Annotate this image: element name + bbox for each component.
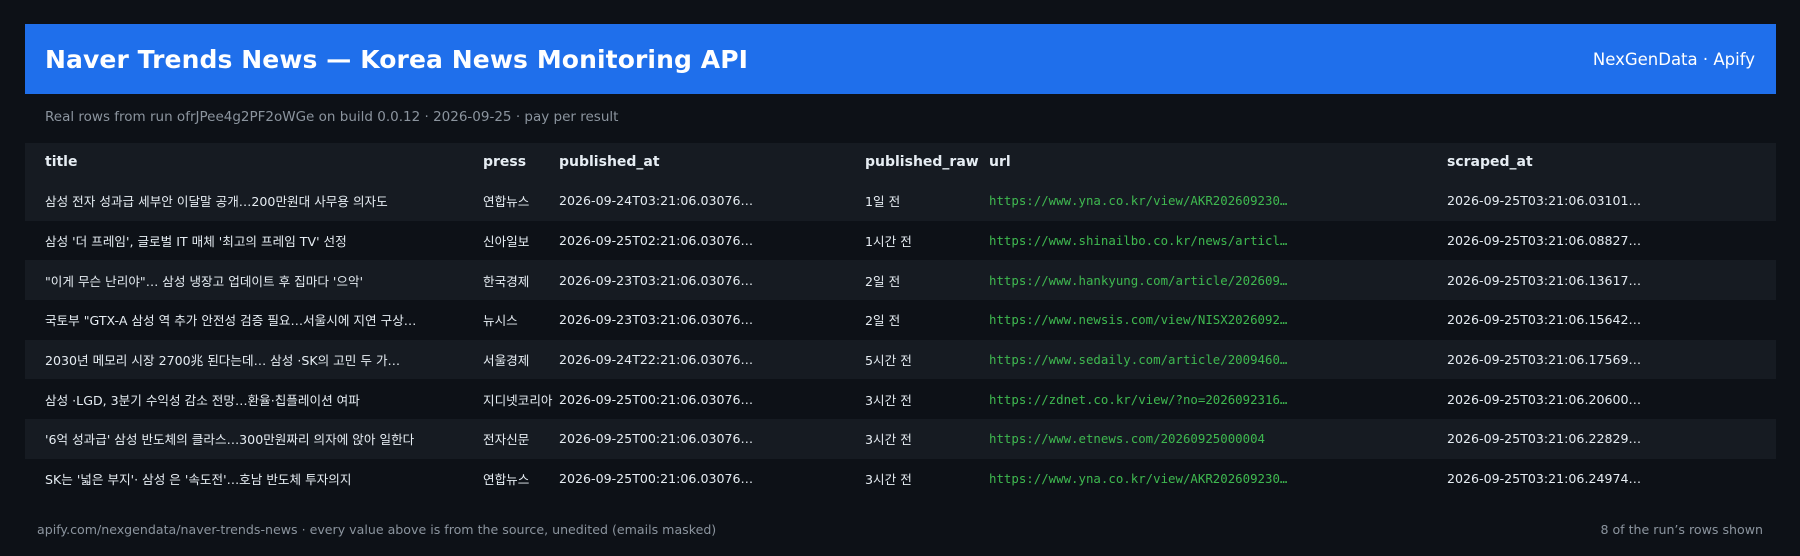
cell-scraped-at: 2026-09-25T03:21:06.13617… — [1447, 272, 1642, 288]
cell-published-raw: 1시간 전 — [865, 234, 912, 250]
cell-title: 삼성 '더 프레임', 글로벌 IT 매체 '최고의 프레임 TV' 선정 — [45, 234, 347, 250]
table-row: 국토부 "GTX-A 삼성 역 추가 안전성 검증 필요…서울시에 지연 구상…… — [25, 300, 1776, 340]
run-info-subtitle: Real rows from run ofrJPee4g2PF2oWGe on … — [45, 109, 619, 125]
cell-press: 전자신문 — [483, 432, 530, 448]
table-row: 삼성 ·LGD, 3분기 수익성 감소 전망…환율·칩플레이션 여파 지디넷코리… — [25, 379, 1776, 420]
header-banner: Naver Trends News — Korea News Monitorin… — [25, 24, 1776, 94]
table-row: "이게 무슨 난리야"… 삼성 냉장고 업데이트 후 집마다 '으악' 한국경제… — [25, 260, 1776, 301]
cell-press: 뉴시스 — [483, 313, 518, 329]
cell-published-raw: 1일 전 — [865, 194, 901, 210]
column-header-published-at[interactable]: published_at — [559, 154, 865, 170]
table-row: '6억 성과급' 삼성 반도체의 클라스…300만원짜리 의자에 앉아 일한다 … — [25, 419, 1776, 459]
results-table: title press published_at published_raw u… — [25, 143, 1776, 499]
cell-published-at: 2026-09-25T00:21:06.03076… — [559, 431, 754, 447]
cell-published-at: 2026-09-24T03:21:06.03076… — [559, 193, 754, 209]
cell-published-at: 2026-09-24T22:21:06.03076… — [559, 352, 754, 368]
table-row: 삼성 '더 프레임', 글로벌 IT 매체 '최고의 프레임 TV' 선정 신아… — [25, 220, 1776, 261]
cell-url-link[interactable]: https://www.yna.co.kr/view/AKR202609230… — [989, 471, 1447, 486]
cell-press: 연합뉴스 — [483, 194, 530, 210]
brand-label[interactable]: NexGenData · Apify — [1593, 50, 1755, 69]
cell-published-raw: 5시간 전 — [865, 353, 912, 369]
cell-press: 연합뉴스 — [483, 472, 530, 488]
table-row: 삼성 전자 성과급 세부안 이달말 공개…200만원대 사무용 의자도 연합뉴스… — [25, 181, 1776, 221]
cell-scraped-at: 2026-09-25T03:21:06.03101… — [1447, 193, 1642, 209]
table-row: 2030년 메모리 시장 2700兆 된다는데… 삼성 ·SK의 고민 두 가…… — [25, 339, 1776, 380]
cell-title: 2030년 메모리 시장 2700兆 된다는데… 삼성 ·SK의 고민 두 가… — [45, 353, 401, 369]
cell-scraped-at: 2026-09-25T03:21:06.22829… — [1447, 431, 1642, 447]
cell-url-link[interactable]: https://www.etnews.com/20260925000004 — [989, 431, 1447, 446]
cell-url-link[interactable]: https://www.hankyung.com/article/202609… — [989, 273, 1447, 288]
cell-published-at: 2026-09-23T03:21:06.03076… — [559, 312, 754, 328]
footer-row-count: 8 of the run’s rows shown — [1600, 522, 1763, 537]
column-header-press[interactable]: press — [483, 154, 559, 170]
cell-published-raw: 2일 전 — [865, 313, 901, 329]
cell-title: '6억 성과급' 삼성 반도체의 클라스…300만원짜리 의자에 앉아 일한다 — [45, 432, 415, 448]
cell-published-raw: 3시간 전 — [865, 432, 912, 448]
cell-scraped-at: 2026-09-25T03:21:06.17569… — [1447, 352, 1642, 368]
cell-title: 삼성 전자 성과급 세부안 이달말 공개…200만원대 사무용 의자도 — [45, 194, 388, 210]
cell-published-at: 2026-09-25T02:21:06.03076… — [559, 233, 754, 249]
cell-scraped-at: 2026-09-25T03:21:06.15642… — [1447, 312, 1642, 328]
cell-published-at: 2026-09-25T00:21:06.03076… — [559, 391, 754, 407]
cell-press: 지디넷코리아 — [483, 392, 553, 408]
cell-title: "이게 무슨 난리야"… 삼성 냉장고 업데이트 후 집마다 '으악' — [45, 273, 364, 289]
cell-url-link[interactable]: https://www.newsis.com/view/NISX2026092… — [989, 312, 1447, 327]
cell-url-link[interactable]: https://zdnet.co.kr/view/?no=2026092316… — [989, 392, 1447, 407]
cell-published-raw: 3시간 전 — [865, 392, 912, 408]
cell-scraped-at: 2026-09-25T03:21:06.24974… — [1447, 471, 1642, 487]
cell-scraped-at: 2026-09-25T03:21:06.08827… — [1447, 233, 1642, 249]
cell-scraped-at: 2026-09-25T03:21:06.20600… — [1447, 391, 1642, 407]
cell-published-raw: 2일 전 — [865, 273, 901, 289]
table-header-row: title press published_at published_raw u… — [25, 143, 1776, 181]
cell-url-link[interactable]: https://www.yna.co.kr/view/AKR202609230… — [989, 193, 1447, 208]
cell-press: 서울경제 — [483, 353, 530, 369]
cell-url-link[interactable]: https://www.sedaily.com/article/2009460… — [989, 352, 1447, 367]
cell-press: 신아일보 — [483, 234, 530, 250]
cell-title: 삼성 ·LGD, 3분기 수익성 감소 전망…환율·칩플레이션 여파 — [45, 392, 360, 408]
cell-published-raw: 3시간 전 — [865, 472, 912, 488]
column-header-url[interactable]: url — [989, 154, 1447, 170]
cell-published-at: 2026-09-23T03:21:06.03076… — [559, 272, 754, 288]
cell-title: 국토부 "GTX-A 삼성 역 추가 안전성 검증 필요…서울시에 지연 구상… — [45, 313, 417, 329]
cell-press: 한국경제 — [483, 273, 530, 289]
page-title: Naver Trends News — Korea News Monitorin… — [45, 44, 749, 74]
table-row: SK는 '넓은 부지'· 삼성 은 '속도전'…호남 반도체 투자의지 연합뉴스… — [25, 458, 1776, 499]
column-header-title[interactable]: title — [25, 154, 483, 170]
cell-url-link[interactable]: https://www.shinailbo.co.kr/news/articl… — [989, 233, 1447, 248]
page: Naver Trends News — Korea News Monitorin… — [0, 0, 1800, 556]
cell-title: SK는 '넓은 부지'· 삼성 은 '속도전'…호남 반도체 투자의지 — [45, 472, 352, 488]
cell-published-at: 2026-09-25T00:21:06.03076… — [559, 471, 754, 487]
column-header-scraped-at[interactable]: scraped_at — [1447, 154, 1767, 170]
footer-source-note: apify.com/nexgendata/naver-trends-news ·… — [37, 522, 717, 537]
column-header-published-raw[interactable]: published_raw — [865, 154, 989, 170]
